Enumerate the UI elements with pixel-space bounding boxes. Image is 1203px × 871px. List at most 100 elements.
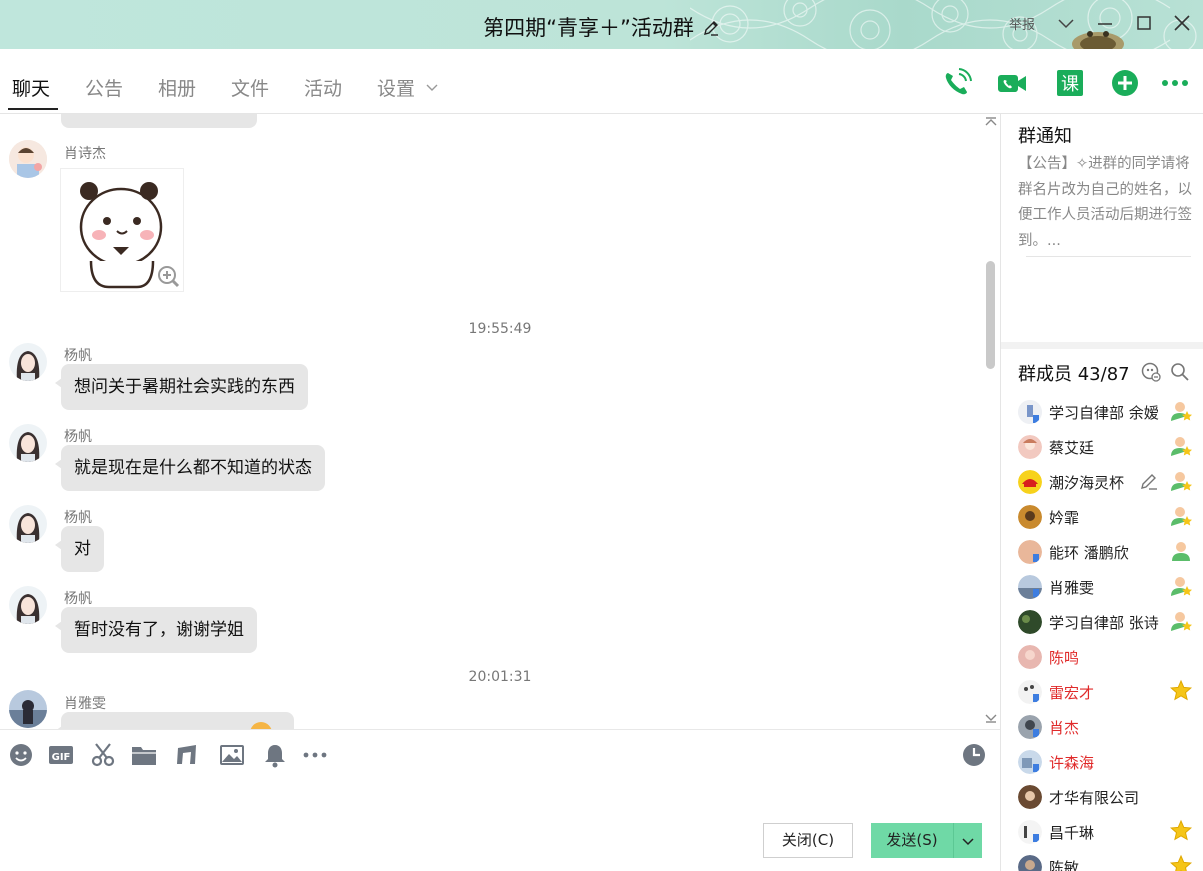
member-row[interactable]: 肖雅雯 bbox=[1001, 571, 1203, 606]
member-name: 许森海 bbox=[1049, 754, 1095, 772]
more-icon[interactable] bbox=[302, 742, 328, 768]
group-notice-text[interactable]: 【公告】✧进群的同学请将群名片改为自己的姓名，以便工作人员活动后期进行签到。..… bbox=[1018, 152, 1196, 254]
member-manage-icon[interactable] bbox=[1141, 362, 1161, 382]
scroll-up-arrow-icon[interactable] bbox=[984, 116, 998, 128]
member-row[interactable]: 昌千琳 bbox=[1001, 816, 1203, 851]
screenshot-icon[interactable] bbox=[90, 742, 116, 768]
member-row[interactable]: 才华有限公司 bbox=[1001, 781, 1203, 816]
scrollbar-thumb[interactable] bbox=[986, 261, 995, 369]
avatar bbox=[1018, 435, 1042, 459]
member-row[interactable]: 肖杰 bbox=[1001, 711, 1203, 746]
member-row[interactable]: 陈敏 bbox=[1001, 851, 1203, 871]
emoji-icon[interactable] bbox=[8, 742, 34, 768]
tab-album[interactable]: 相册 bbox=[158, 74, 196, 101]
avatar bbox=[1018, 715, 1042, 739]
star-badge-icon bbox=[1169, 854, 1193, 871]
more-icon[interactable] bbox=[1160, 68, 1190, 98]
sender-name: 肖诗杰 bbox=[64, 146, 106, 162]
message-bubble[interactable]: 就是现在是什么都不知道的状态 bbox=[55, 445, 325, 491]
member-name: 才华有限公司 bbox=[1049, 789, 1140, 807]
message-bubble-partial[interactable] bbox=[61, 114, 257, 128]
maximize-button[interactable] bbox=[1133, 12, 1155, 34]
close-button[interactable]: 关闭(C) bbox=[763, 823, 853, 858]
member-name: 妗霏 bbox=[1049, 509, 1080, 527]
member-name: 昌千琳 bbox=[1049, 824, 1095, 842]
group-notice-title: 群通知 bbox=[1018, 126, 1072, 147]
member-name: 能环 潘鹏欣 bbox=[1049, 544, 1129, 562]
music-icon[interactable] bbox=[174, 742, 200, 768]
chat-history[interactable]: 肖诗杰 19:55:49 杨帆 想问关于暑期社会实践的东西 杨帆 就是现在是什么… bbox=[0, 114, 1000, 729]
image-icon[interactable] bbox=[219, 742, 245, 768]
member-name: 蔡艾廷 bbox=[1049, 439, 1095, 457]
tab-files[interactable]: 文件 bbox=[231, 74, 269, 101]
message-bubble[interactable]: 暂时没有了，谢谢学姐 bbox=[55, 607, 257, 653]
tab-announcement[interactable]: 公告 bbox=[85, 74, 123, 101]
active-tab-indicator bbox=[8, 108, 58, 110]
sender-name: 杨帆 bbox=[64, 348, 92, 364]
avatar[interactable] bbox=[9, 505, 47, 543]
chat-scrollbar[interactable] bbox=[983, 114, 997, 729]
group-side-panel: 群通知 【公告】✧进群的同学请将群名片改为自己的姓名，以便工作人员活动后期进行签… bbox=[1000, 114, 1203, 871]
member-row[interactable]: 雷宏才 bbox=[1001, 676, 1203, 711]
tabs-bar: 聊天 公告 相册 文件 活动 设置 课 bbox=[0, 49, 1203, 114]
chevron-down-icon[interactable] bbox=[1055, 12, 1077, 34]
message-bubble[interactable]: 对 bbox=[55, 526, 104, 572]
star-badge-icon bbox=[1169, 679, 1193, 701]
scroll-down-arrow-icon[interactable] bbox=[984, 712, 998, 724]
admin-badge-icon bbox=[1172, 542, 1190, 561]
member-row[interactable]: 能环 潘鹏欣 bbox=[1001, 536, 1203, 571]
history-icon[interactable] bbox=[961, 742, 987, 768]
close-window-button[interactable] bbox=[1171, 12, 1193, 34]
avatar[interactable] bbox=[9, 586, 47, 624]
search-icon[interactable] bbox=[1170, 362, 1190, 382]
send-button[interactable]: 发送(S) bbox=[871, 823, 953, 858]
tab-activity[interactable]: 活动 bbox=[304, 74, 342, 101]
message-input-area[interactable]: GIF 关闭(C) 发送(S) bbox=[0, 729, 1000, 871]
member-row[interactable]: 陈鸣 bbox=[1001, 641, 1203, 676]
member-row[interactable]: 蔡艾廷 bbox=[1001, 431, 1203, 466]
sticker-image[interactable] bbox=[60, 168, 184, 292]
add-app-icon[interactable] bbox=[1110, 68, 1140, 98]
member-row[interactable]: 许森海 bbox=[1001, 746, 1203, 781]
course-icon[interactable]: 课 bbox=[1055, 68, 1085, 98]
avatar[interactable] bbox=[9, 140, 47, 178]
panda-sticker-icon bbox=[79, 182, 180, 289]
message-timestamp: 19:55:49 bbox=[468, 321, 532, 337]
member-row[interactable]: 潮汐海灵杯 bbox=[1001, 466, 1203, 501]
member-name: 雷宏才 bbox=[1049, 684, 1095, 702]
tab-settings[interactable]: 设置 bbox=[377, 74, 439, 101]
avatar bbox=[1018, 505, 1042, 529]
avatar[interactable] bbox=[9, 690, 47, 728]
member-row[interactable]: 妗霏 bbox=[1001, 501, 1203, 536]
admin-star-badge-icon bbox=[1171, 437, 1192, 456]
tab-chat[interactable]: 聊天 bbox=[12, 74, 50, 101]
avatar[interactable] bbox=[9, 424, 47, 462]
sender-name: 肖雅雯 bbox=[64, 696, 106, 712]
report-link[interactable]: 举报 bbox=[1009, 14, 1035, 33]
sender-name: 杨帆 bbox=[64, 591, 92, 607]
avatar[interactable] bbox=[9, 343, 47, 381]
avatar bbox=[1018, 540, 1042, 564]
admin-star-badge-icon bbox=[1171, 577, 1192, 596]
message-bubble[interactable]: 想问关于暑期社会实践的东西 bbox=[55, 364, 308, 410]
minimize-button[interactable] bbox=[1094, 12, 1116, 34]
avatar bbox=[1018, 470, 1042, 494]
video-call-icon[interactable] bbox=[997, 68, 1027, 98]
phone-call-icon[interactable] bbox=[942, 68, 972, 98]
bell-icon[interactable] bbox=[262, 742, 288, 768]
member-name: 陈敏 bbox=[1049, 859, 1080, 871]
member-name: 肖雅雯 bbox=[1049, 579, 1095, 597]
member-row[interactable]: 学习自律部 余嫒 bbox=[1001, 396, 1203, 431]
send-options-button[interactable] bbox=[953, 823, 982, 858]
avatar bbox=[1018, 610, 1042, 634]
avatar bbox=[1018, 645, 1042, 669]
admin-star-badge-icon bbox=[1171, 507, 1192, 526]
member-row[interactable]: 学习自律部 张诗 bbox=[1001, 606, 1203, 641]
avatar bbox=[1018, 400, 1042, 424]
edit-icon[interactable] bbox=[1139, 471, 1159, 491]
avatar bbox=[1018, 680, 1042, 704]
folder-icon[interactable] bbox=[131, 742, 157, 768]
gif-icon[interactable]: GIF bbox=[48, 742, 74, 768]
edit-name-icon[interactable] bbox=[702, 19, 720, 37]
title-bar: 第四期“青享＋”活动群 举报 bbox=[0, 0, 1203, 49]
